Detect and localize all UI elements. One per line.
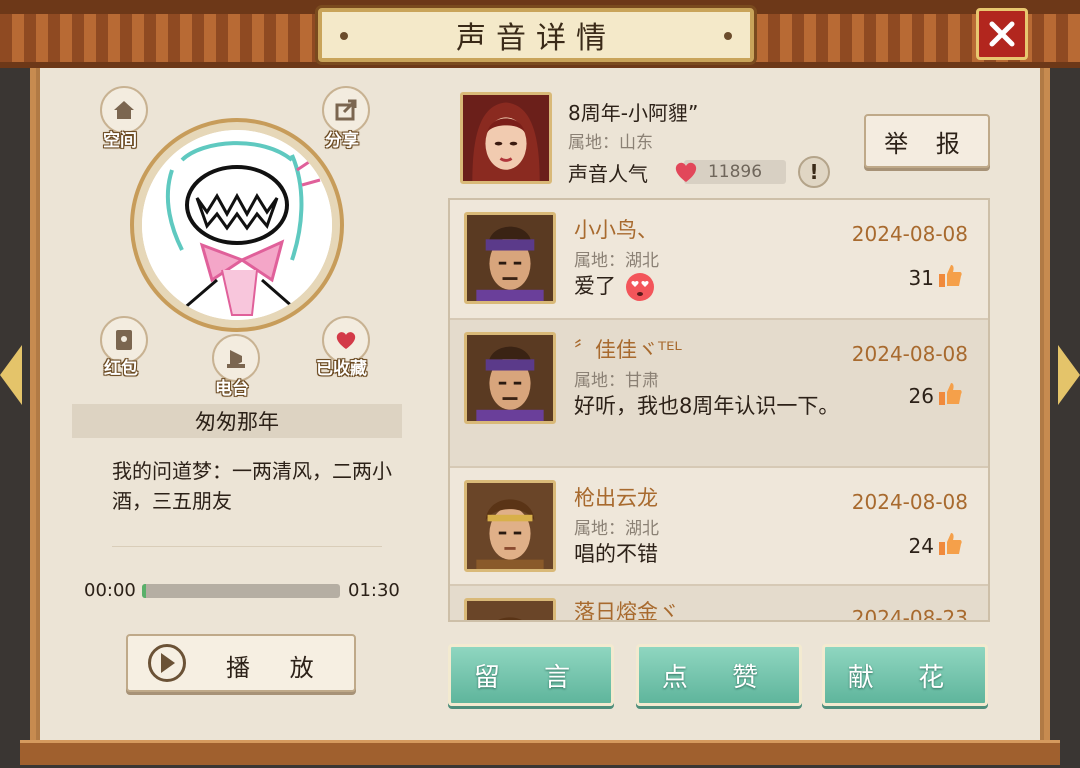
comment-text: 好听，我也8周年认识一下。: [574, 394, 840, 418]
commenter-region: 属地：湖北: [574, 251, 659, 271]
thumbs-up-icon[interactable]: [936, 380, 964, 408]
play-icon: [161, 653, 175, 673]
share-label: 分享: [325, 131, 359, 151]
author-name: 8周年-小阿貍”: [568, 101, 699, 125]
doodle-avatar-image: [142, 130, 332, 320]
comment-date: 2024-08-08: [851, 342, 968, 366]
author-region: 属地：山东: [568, 133, 653, 153]
male-warrior-portrait: [467, 335, 553, 421]
red-packet-label: 红包: [104, 359, 138, 379]
nickname: 匆匆那年: [195, 410, 279, 434]
progress-fill: [142, 584, 146, 598]
commenter-name: 〞佳佳ヾᵀᴱᴸ: [574, 338, 682, 362]
comment-text-content: 爱了: [574, 274, 616, 298]
close-icon: [989, 21, 1015, 47]
young-hero-portrait: [467, 601, 553, 620]
dialog-title: 声音详情: [456, 21, 616, 56]
comment-row: 枪出云龙 属地：湖北 唱的不错 2024-08-08 24: [450, 468, 988, 586]
title-plaque: 声音详情: [318, 8, 754, 62]
close-button[interactable]: [976, 8, 1028, 60]
thumbs-up-icon[interactable]: [936, 530, 964, 558]
comment-row: 〞佳佳ヾᵀᴱᴸ 属地：甘肃 好听，我也8周年认识一下。 2024-08-08 2…: [450, 320, 988, 468]
commenter-avatar[interactable]: [464, 212, 556, 304]
progress-bar[interactable]: [142, 584, 340, 598]
thumbs-up-icon[interactable]: [936, 262, 964, 290]
divider: [112, 546, 382, 547]
left-arrow-icon: [0, 345, 22, 405]
comment-button[interactable]: 留 言: [448, 644, 614, 706]
popularity-label: 声音人气: [568, 162, 648, 186]
favorite-label: 已收藏: [316, 359, 367, 379]
like-count: 26: [908, 384, 934, 408]
comment-date: 2024-08-08: [851, 490, 968, 514]
report-button[interactable]: 举 报: [864, 114, 990, 168]
plaque-rivet: [340, 32, 348, 40]
commenter-region: 属地：湖北: [574, 519, 659, 539]
right-arrow-icon: [1058, 345, 1080, 405]
flower-button[interactable]: 献 花: [822, 644, 988, 706]
author-avatar[interactable]: [460, 92, 552, 184]
play-button[interactable]: 播 放: [126, 634, 356, 692]
comment-date: 2024-08-08: [851, 222, 968, 246]
frame-bottom: [20, 740, 1060, 765]
male-warrior-portrait: [467, 215, 553, 301]
space-label: 空间: [103, 131, 137, 151]
current-time: 00:00: [84, 580, 136, 601]
like-count: 24: [908, 534, 934, 558]
signature-text: 我的问道梦：一两清风，二两小酒，三五朋友: [112, 459, 392, 513]
house-icon: [114, 101, 134, 119]
like-count: 31: [908, 266, 934, 290]
heart-eyes-emoji-icon: [625, 273, 654, 301]
comment-list[interactable]: 小小鸟、 属地：湖北 爱了 2024-08-08 31 〞佳佳ヾᵀᴱᴸ 属地：甘…: [448, 198, 990, 622]
popularity-heart-icon: [675, 162, 697, 182]
commenter-name: 落日熔金ヾ: [574, 600, 679, 622]
radio-label: 电台: [215, 379, 249, 399]
commenter-avatar[interactable]: [464, 332, 556, 424]
gramophone-icon: [227, 350, 245, 368]
plaque-rivet: [724, 32, 732, 40]
total-time: 01:30: [348, 580, 400, 601]
info-button[interactable]: !: [798, 156, 830, 188]
comment-date: 2024-08-23: [851, 606, 968, 622]
young-hero-portrait: [467, 483, 553, 569]
play-label: 播 放: [226, 654, 330, 682]
comment-text: 爱了: [574, 270, 844, 302]
commenter-region: 属地：甘肃: [574, 371, 659, 391]
nickname-band: 匆匆那年: [72, 404, 402, 438]
like-button[interactable]: 点 赞: [636, 644, 802, 706]
red-packet-icon: [116, 330, 132, 350]
commenter-avatar[interactable]: [464, 480, 556, 572]
heart-icon: [336, 332, 356, 349]
comment-row: 落日熔金ヾ 2024-08-23: [450, 586, 988, 622]
female-character-portrait: [463, 95, 549, 181]
share-icon: [335, 99, 357, 121]
commenter-name: 枪出云龙: [574, 486, 658, 510]
commenter-name: 小小鸟、: [574, 218, 658, 242]
comment-row: 小小鸟、 属地：湖北 爱了 2024-08-08 31: [450, 200, 988, 320]
commenter-avatar[interactable]: [464, 598, 556, 620]
avatar[interactable]: [142, 130, 332, 320]
comment-text: 唱的不错: [574, 542, 658, 566]
